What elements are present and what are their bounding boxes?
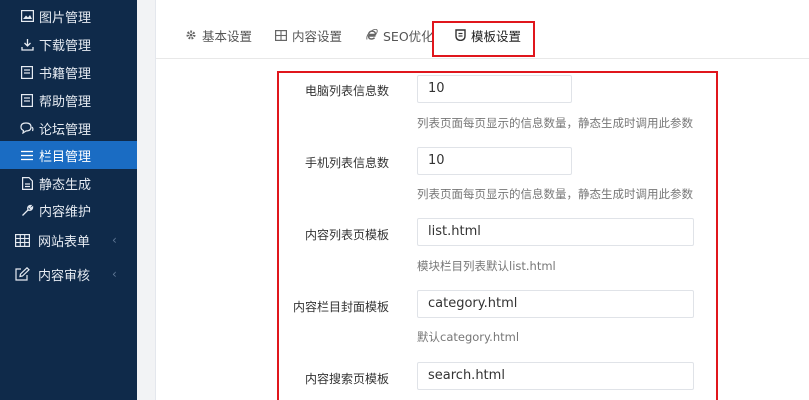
tab-bar: 基本设置 内容设置 SEO优化 模板设置 bbox=[156, 0, 809, 59]
pc-list-count-hint: 列表页面每页显示的信息数量，静态生成时调用此参数 bbox=[417, 116, 693, 130]
sidebar-item-help[interactable]: 帮助管理 bbox=[0, 86, 137, 114]
edit-icon bbox=[14, 266, 30, 282]
file-icon bbox=[20, 176, 34, 190]
download-icon bbox=[20, 37, 34, 51]
category-template-hint: 默认category.html bbox=[417, 330, 520, 344]
list-template-input[interactable]: list.html bbox=[417, 218, 694, 246]
pc-list-count-label: 电脑列表信息数 bbox=[304, 84, 389, 98]
sidebar-item-label: 静态生成 bbox=[39, 177, 92, 193]
sidebar-item-images[interactable]: 图片管理 bbox=[0, 2, 137, 30]
mobile-list-count-hint: 列表页面每页显示的信息数量，静态生成时调用此参数 bbox=[417, 187, 693, 201]
sidebar-item-label: 下载管理 bbox=[39, 38, 92, 54]
sidebar-item-label: 帮助管理 bbox=[39, 94, 92, 110]
sidebar-item-downloads[interactable]: 下载管理 bbox=[0, 30, 137, 58]
sidebar-item-forms[interactable]: 网站表单 ‹ bbox=[0, 226, 137, 254]
sidebar-item-books[interactable]: 书籍管理 bbox=[0, 58, 137, 86]
ie-icon bbox=[366, 29, 378, 41]
sidebar-item-label: 内容审核 bbox=[38, 268, 91, 284]
sidebar-item-columns[interactable]: 栏目管理 bbox=[0, 141, 137, 169]
template-icon bbox=[454, 29, 466, 41]
tab-template[interactable]: 模板设置 bbox=[454, 21, 521, 49]
menu-icon bbox=[20, 148, 34, 162]
category-template-label: 内容栏目封面模板 bbox=[292, 300, 389, 314]
tab-label: SEO优化 bbox=[383, 28, 434, 44]
pc-list-count-input[interactable]: 10 bbox=[417, 75, 572, 103]
sidebar-item-label: 网站表单 bbox=[38, 234, 91, 250]
search-template-label: 内容搜索页模板 bbox=[304, 372, 389, 386]
sidebar-item-review[interactable]: 内容审核 ‹ bbox=[0, 260, 137, 288]
tab-label: 模板设置 bbox=[471, 28, 522, 44]
tab-label: 基本设置 bbox=[202, 28, 253, 44]
help-icon bbox=[20, 93, 34, 107]
search-template-input[interactable]: search.html bbox=[417, 362, 694, 390]
sidebar-item-label: 栏目管理 bbox=[39, 149, 92, 165]
book-icon bbox=[20, 65, 34, 79]
mobile-list-count-label: 手机列表信息数 bbox=[304, 156, 389, 170]
sidebar-item-label: 书籍管理 bbox=[39, 66, 92, 82]
chevron-left-icon: ‹ bbox=[112, 267, 117, 281]
list-template-label: 内容列表页模板 bbox=[304, 228, 389, 242]
sidebar-item-label: 图片管理 bbox=[39, 10, 92, 26]
tab-basic[interactable]: 基本设置 bbox=[185, 21, 252, 49]
tab-seo[interactable]: SEO优化 bbox=[366, 21, 434, 49]
sidebar-item-forum[interactable]: 论坛管理 bbox=[0, 114, 137, 142]
list-template-hint: 模块栏目列表默认list.html bbox=[417, 259, 556, 273]
mobile-list-count-input[interactable]: 10 bbox=[417, 147, 572, 175]
sidebar-item-label: 论坛管理 bbox=[39, 122, 92, 138]
grid-icon bbox=[14, 232, 30, 248]
chevron-left-icon: ‹ bbox=[112, 233, 117, 247]
category-template-input[interactable]: category.html bbox=[417, 290, 694, 318]
wrench-icon bbox=[20, 203, 34, 217]
sidebar-item-label: 内容维护 bbox=[39, 204, 92, 220]
image-icon bbox=[20, 9, 34, 23]
gear-icon bbox=[185, 29, 197, 41]
table-icon bbox=[275, 29, 287, 41]
sidebar: 图片管理 下载管理 书籍管理 帮助管理 论坛管理 栏目管理 静态生成 内容维护 … bbox=[0, 0, 137, 400]
settings-panel: 基本设置 内容设置 SEO优化 模板设置 电脑列表信息数 10 列表页面每页显示… bbox=[155, 0, 809, 400]
sidebar-item-maintenance[interactable]: 内容维护 bbox=[0, 196, 137, 224]
tab-label: 内容设置 bbox=[292, 28, 343, 44]
sidebar-item-static[interactable]: 静态生成 bbox=[0, 169, 137, 197]
forum-icon bbox=[20, 121, 34, 135]
tab-content[interactable]: 内容设置 bbox=[275, 21, 342, 49]
